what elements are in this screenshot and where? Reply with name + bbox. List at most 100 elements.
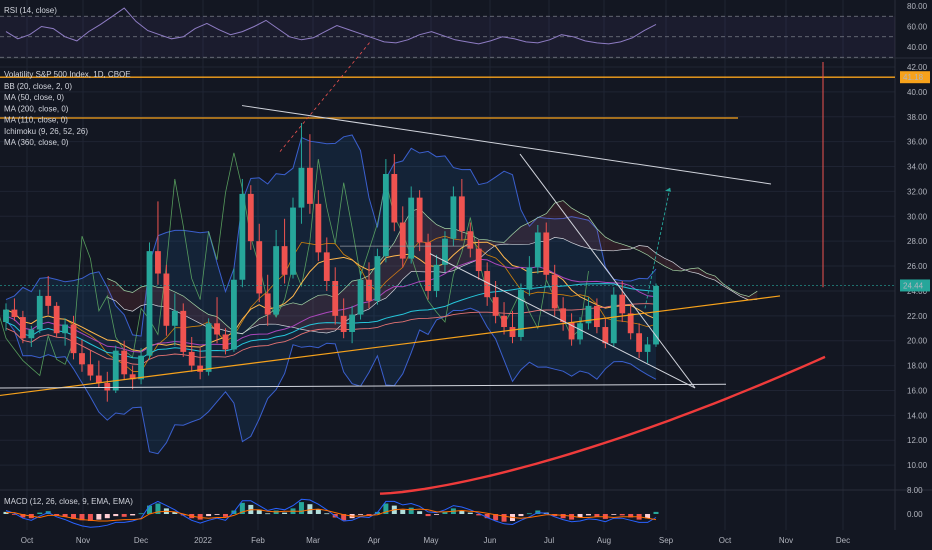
candle-body[interactable] <box>281 246 288 275</box>
candle-body[interactable] <box>458 196 465 232</box>
candle-body[interactable] <box>247 193 254 242</box>
candle-body[interactable] <box>87 364 94 376</box>
macd-histogram-bar <box>113 514 119 517</box>
time-axis-label: Apr <box>368 536 381 545</box>
candle-body[interactable] <box>3 309 9 323</box>
candle-body[interactable] <box>551 274 558 309</box>
price-tick-label: 16.00 <box>907 386 928 395</box>
candle-body[interactable] <box>306 167 313 204</box>
candle-body[interactable] <box>197 365 204 372</box>
candle-body[interactable] <box>239 193 246 280</box>
candle-body[interactable] <box>146 251 153 356</box>
price-tick-label: 26.00 <box>907 262 928 271</box>
macd-tick-label: 0.00 <box>907 510 923 519</box>
rsi-tick-label: 40.00 <box>907 43 928 52</box>
candle-body[interactable] <box>79 353 85 365</box>
time-axis-label: Nov <box>779 536 793 545</box>
candle-body[interactable] <box>425 242 431 291</box>
price-tick-label: 36.00 <box>907 138 928 147</box>
candle-body[interactable] <box>155 251 161 274</box>
macd-histogram-bar <box>130 514 136 516</box>
symbol-title: Volatility S&P 500 Index, 1D, CBOE <box>4 70 131 79</box>
time-axis-label: Feb <box>251 536 265 545</box>
candle-body[interactable] <box>332 280 339 316</box>
candle-body[interactable] <box>138 355 144 380</box>
candle-body[interactable] <box>340 315 347 332</box>
macd-histogram-bar <box>417 511 423 514</box>
candle-body[interactable] <box>205 323 212 372</box>
candle-body[interactable] <box>518 289 524 337</box>
candle-body[interactable] <box>636 333 643 352</box>
candle-body[interactable] <box>264 293 271 315</box>
candle-body[interactable] <box>62 324 69 334</box>
candle-body[interactable] <box>70 324 77 354</box>
candle-body[interactable] <box>644 344 651 352</box>
macd-histogram-bar <box>408 507 414 514</box>
candle-body[interactable] <box>28 329 35 339</box>
time-axis-label: May <box>423 536 438 545</box>
candle-body[interactable] <box>171 310 178 326</box>
candle-body[interactable] <box>45 295 52 306</box>
candle-body[interactable] <box>627 313 634 334</box>
candle-body[interactable] <box>399 222 406 259</box>
candle-body[interactable] <box>602 327 609 344</box>
candle-body[interactable] <box>180 310 187 352</box>
indicator-legend-item: BB (20, close, 2, 0) <box>4 82 72 91</box>
macd-histogram-bar <box>37 512 43 514</box>
candle-body[interactable] <box>391 173 398 223</box>
candle-body[interactable] <box>290 207 296 275</box>
chart-canvas[interactable]: RSI (14, close) MACD (12, 26, close, 9, … <box>0 0 932 550</box>
candle-body[interactable] <box>53 305 60 334</box>
candle-body[interactable] <box>19 317 26 339</box>
macd-histogram-bar <box>214 514 220 515</box>
candle-body[interactable] <box>450 196 457 239</box>
candle-body[interactable] <box>36 295 43 330</box>
time-axis-label: Sep <box>659 536 674 545</box>
candle-body[interactable] <box>11 309 18 318</box>
macd-histogram-bar <box>619 514 625 516</box>
candle-body[interactable] <box>231 279 237 350</box>
candle-body[interactable] <box>492 297 499 316</box>
candle-body[interactable] <box>577 323 583 340</box>
candle-body[interactable] <box>475 248 482 272</box>
candle-body[interactable] <box>501 315 507 328</box>
candle-body[interactable] <box>366 279 372 301</box>
candle-body[interactable] <box>526 267 533 290</box>
candle-body[interactable] <box>188 351 195 366</box>
candle-body[interactable] <box>593 305 600 328</box>
candle-body[interactable] <box>357 279 364 315</box>
macd-histogram-bar <box>358 514 364 515</box>
candle-body[interactable] <box>315 203 322 253</box>
macd-histogram-bar <box>121 514 127 517</box>
time-axis-label: Dec <box>134 536 148 545</box>
candle-body[interactable] <box>95 375 102 384</box>
candle-body[interactable] <box>298 167 305 208</box>
candle-body[interactable] <box>610 294 617 344</box>
candle-body[interactable] <box>382 173 389 257</box>
candle-body[interactable] <box>121 350 128 375</box>
candle-body[interactable] <box>509 327 516 337</box>
time-axis-label: Aug <box>597 536 611 545</box>
time-axis-label: Oct <box>719 536 732 545</box>
price-tick-label: 18.00 <box>907 362 928 371</box>
candle-body[interactable] <box>619 294 626 314</box>
macd-histogram-bar <box>501 514 507 522</box>
candle-body[interactable] <box>214 323 220 335</box>
rsi-tick-label: 80.00 <box>907 2 928 11</box>
candle-body[interactable] <box>408 197 415 259</box>
candle-body[interactable] <box>534 232 541 268</box>
candle-body[interactable] <box>222 334 229 350</box>
candle-body[interactable] <box>163 273 170 326</box>
candle-body[interactable] <box>433 264 440 291</box>
time-axis-label: Jun <box>484 536 497 545</box>
candle-body[interactable] <box>543 232 550 275</box>
candle-body[interactable] <box>104 383 111 391</box>
candle-body[interactable] <box>273 246 280 315</box>
candle-body[interactable] <box>323 252 330 281</box>
candle-body[interactable] <box>374 256 381 301</box>
price-tick-label: 28.00 <box>907 237 928 246</box>
candle-body[interactable] <box>416 197 423 243</box>
candle-body[interactable] <box>349 314 356 332</box>
rsi-title: RSI (14, close) <box>4 6 57 15</box>
candle-body[interactable] <box>112 350 119 391</box>
